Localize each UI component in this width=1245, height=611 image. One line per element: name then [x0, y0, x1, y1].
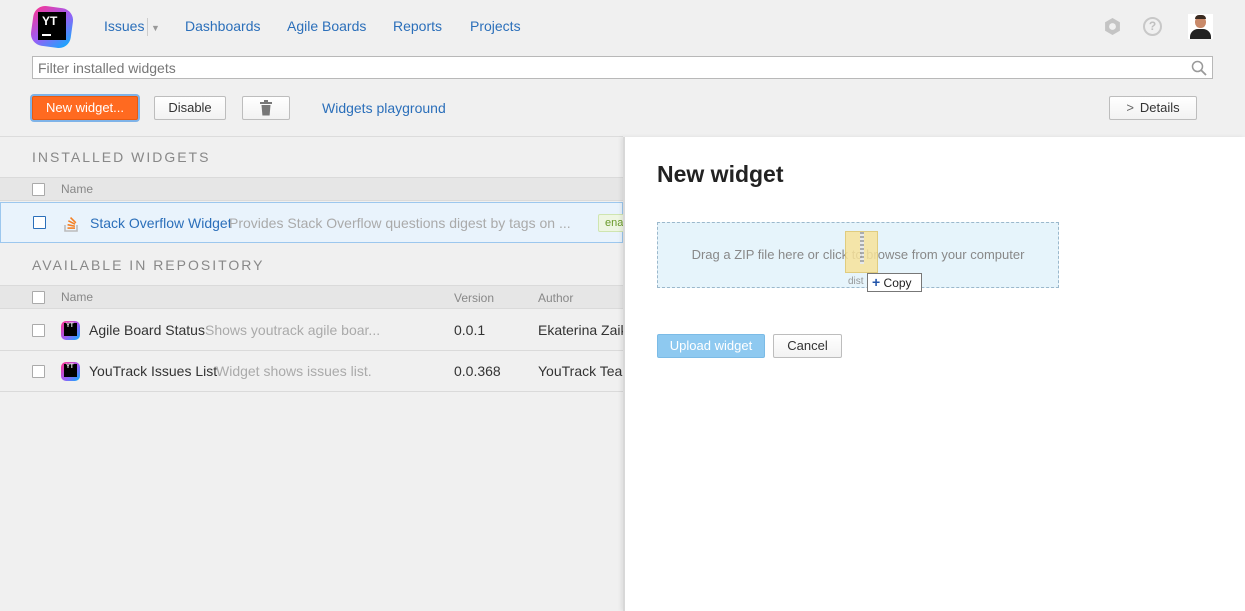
widget-author: YouTrack Team [538, 363, 623, 379]
plus-icon: + [872, 274, 881, 290]
available-in-repository-title: AVAILABLE IN REPOSITORY [32, 257, 265, 273]
copy-tooltip: + Copy [867, 273, 922, 292]
dragged-file-label: dist [848, 276, 864, 287]
widget-name[interactable]: Agile Board Status [89, 322, 205, 338]
nav-agile-boards[interactable]: Agile Boards [287, 18, 366, 34]
upload-widget-button[interactable]: Upload widget [657, 334, 765, 358]
help-icon[interactable]: ? [1143, 17, 1162, 36]
copy-label: Copy [883, 276, 912, 290]
disable-button[interactable]: Disable [154, 96, 226, 120]
row-checkbox[interactable] [33, 216, 46, 229]
youtrack-logo[interactable]: YT [29, 4, 75, 50]
nav-reports[interactable]: Reports [393, 18, 442, 34]
new-widget-button[interactable]: New widget... [32, 96, 138, 120]
logo-text: YT [42, 14, 58, 28]
trash-icon [260, 100, 272, 116]
nav-issues[interactable]: Issues [104, 18, 144, 34]
filter-box [32, 56, 1213, 79]
installed-widgets-title: INSTALLED WIDGETS [32, 149, 211, 165]
widget-description: Shows youtrack agile boar... [205, 322, 381, 338]
details-button[interactable]: > Details [1109, 96, 1197, 120]
widget-name[interactable]: YouTrack Issues List [89, 363, 217, 379]
delete-button[interactable] [242, 96, 290, 120]
col-author: Author [538, 291, 574, 305]
youtrack-icon: YT [61, 321, 80, 340]
filter-input[interactable] [33, 57, 1183, 78]
nav-projects[interactable]: Projects [470, 18, 521, 34]
row-checkbox[interactable] [32, 365, 45, 378]
cancel-button[interactable]: Cancel [773, 334, 842, 358]
search-icon[interactable] [1191, 60, 1207, 76]
col-name: Name [61, 290, 94, 304]
col-version: Version [454, 291, 495, 305]
youtrack-icon: YT [61, 362, 80, 381]
installed-table-header: Name [0, 177, 623, 201]
panel-title: New widget [657, 161, 784, 187]
nav-dashboards[interactable]: Dashboards [185, 18, 261, 34]
repository-table-header: Name Version Author [0, 285, 623, 309]
chevron-down-icon[interactable]: ▼ [151, 23, 160, 33]
table-row[interactable]: YT YouTrack Issues List Widget shows iss… [0, 351, 623, 392]
avatar[interactable] [1188, 14, 1213, 39]
col-name: Name [61, 182, 94, 196]
zip-file-icon: dist [845, 231, 878, 287]
widget-name[interactable]: Stack Overflow Widget [90, 215, 232, 231]
widget-author: Ekaterina Zaikina [538, 322, 623, 338]
select-all-repository-checkbox[interactable] [32, 291, 45, 304]
details-label: Details [1139, 100, 1180, 115]
table-row[interactable]: YT Agile Board Status Shows youtrack agi… [0, 310, 623, 351]
widget-description: Widget shows issues list. [216, 363, 372, 379]
widget-version: 0.0.1 [454, 322, 486, 338]
nav-separator [147, 18, 148, 36]
chevron-right-icon: > [1126, 100, 1134, 115]
table-row[interactable]: Stack Overflow Widget Provides Stack Ove… [0, 202, 628, 243]
logo-mark: YT [38, 12, 66, 40]
row-checkbox[interactable] [32, 324, 45, 337]
widget-description: Provides Stack Overflow questions digest… [229, 215, 571, 231]
stack-overflow-icon [64, 216, 78, 232]
select-all-installed-checkbox[interactable] [32, 183, 45, 196]
new-widget-panel: New widget Drag a ZIP file here or click… [623, 137, 1245, 611]
widget-version: 0.0.368 [454, 363, 501, 379]
widgets-playground-link[interactable]: Widgets playground [322, 100, 446, 116]
gear-icon[interactable] [1103, 17, 1122, 36]
header: YT Issues ▼ Dashboards Agile Boards Repo… [0, 0, 1245, 52]
divider [0, 136, 623, 137]
